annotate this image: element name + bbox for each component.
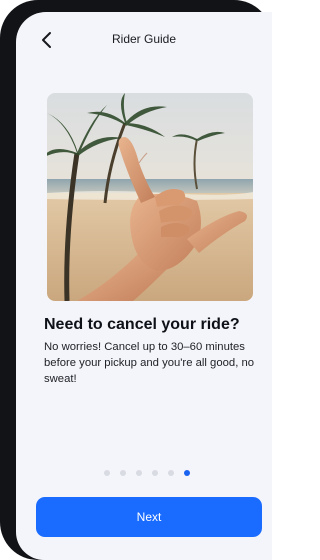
page-title: Rider Guide bbox=[111, 32, 177, 46]
screen-description: No worries! Cancel up to 30–60 minutes b… bbox=[44, 341, 255, 385]
page-dot-2[interactable] bbox=[120, 470, 126, 476]
header: Rider Guide bbox=[16, 12, 272, 68]
device-frame: Rider Guide Need to cancel your ride? No… bbox=[0, 0, 272, 560]
shaka-beach-photo bbox=[47, 93, 253, 301]
next-button[interactable]: Next bbox=[36, 497, 262, 537]
screen: Rider Guide Need to cancel your ride? No… bbox=[16, 12, 272, 560]
hero-image bbox=[47, 93, 253, 301]
screen-heading: Need to cancel your ride? bbox=[44, 316, 240, 333]
page-dot-6-active[interactable] bbox=[184, 470, 190, 476]
page-dot-3[interactable] bbox=[136, 470, 142, 476]
page-dot-4[interactable] bbox=[152, 470, 158, 476]
page-dot-5[interactable] bbox=[168, 470, 174, 476]
page-dot-1[interactable] bbox=[104, 470, 110, 476]
pagination-dots bbox=[104, 470, 190, 478]
